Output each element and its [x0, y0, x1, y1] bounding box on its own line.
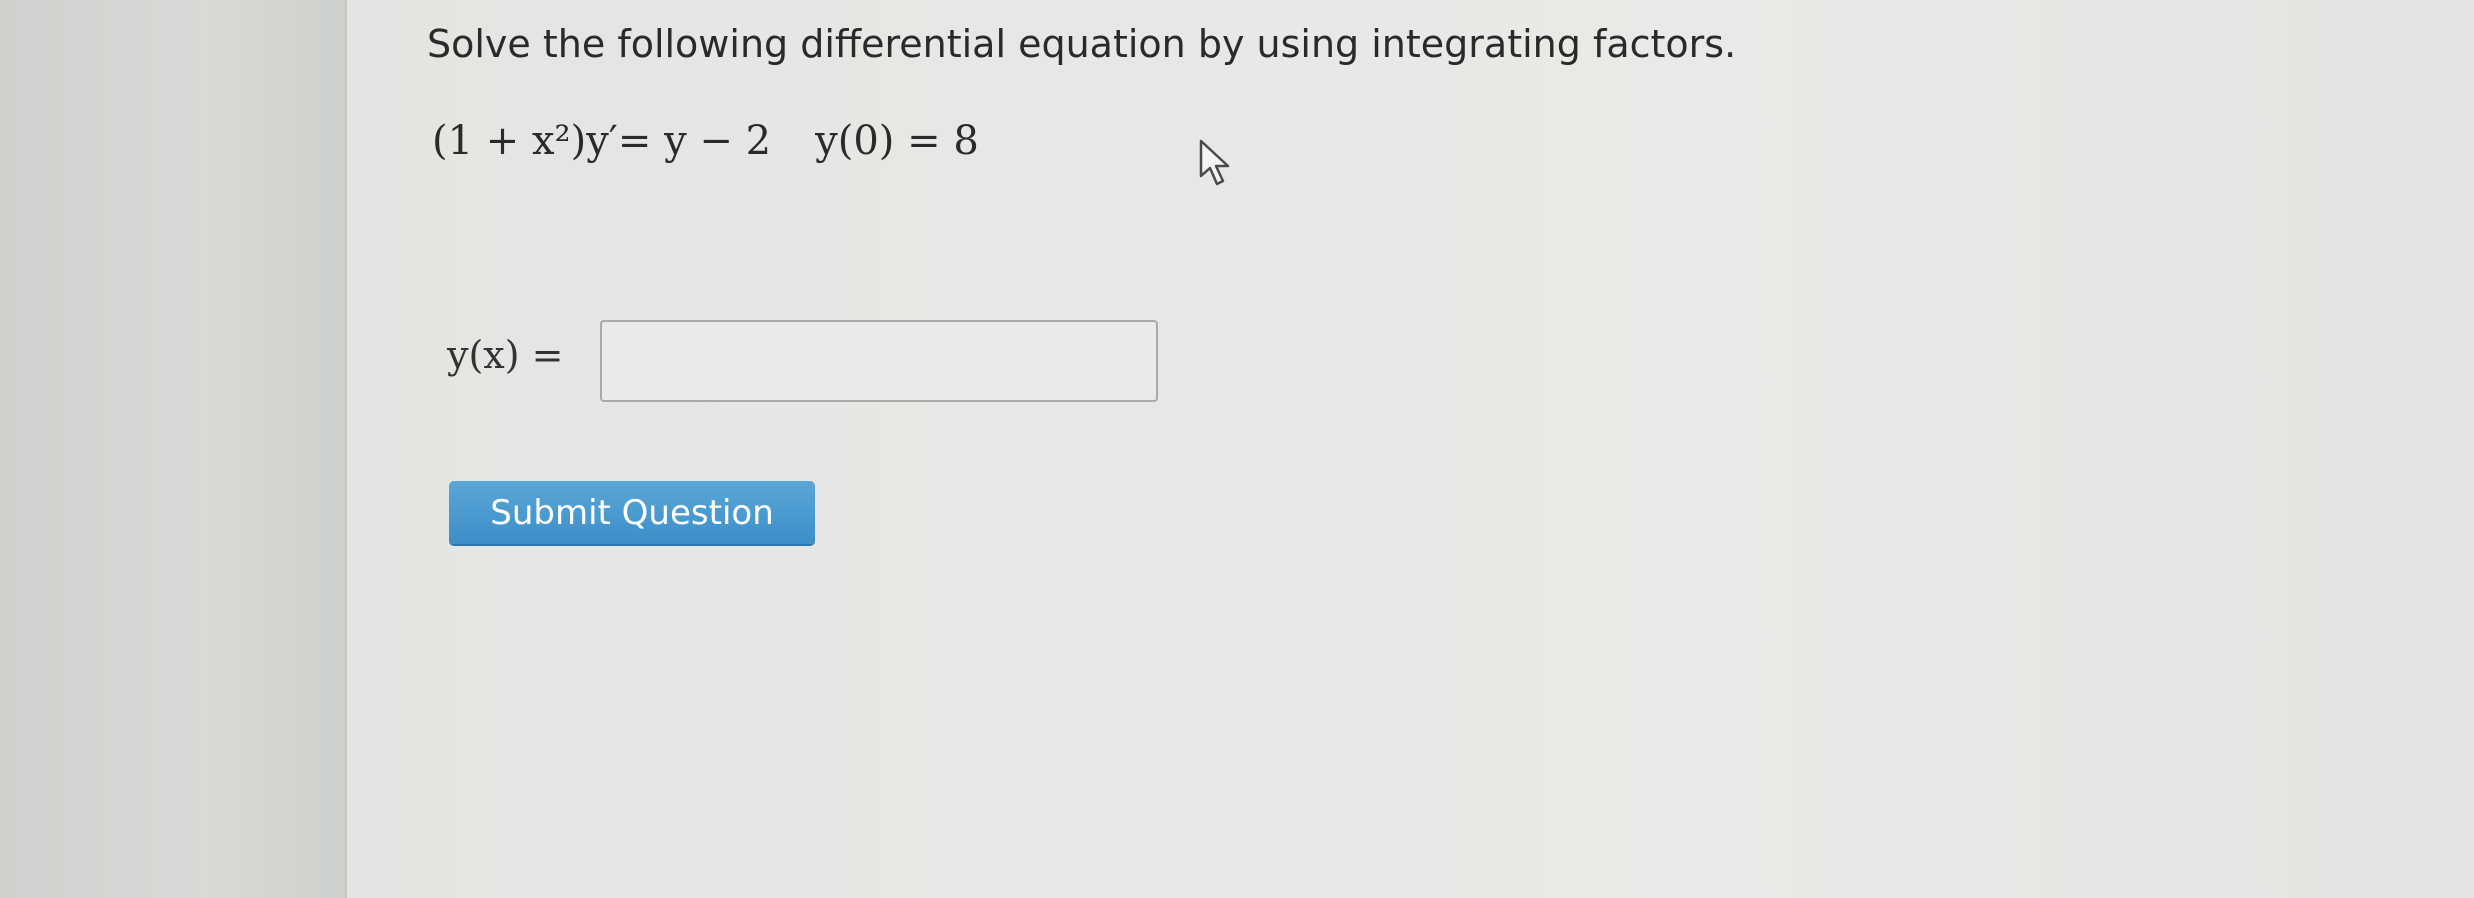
- question-prompt: Solve the following differential equatio…: [427, 22, 1737, 66]
- left-margin-panel: [0, 0, 347, 898]
- answer-input[interactable]: [600, 320, 1158, 402]
- mouse-pointer-icon: [1199, 139, 1230, 186]
- equation-expression: (1 + x²)y′= y − 2: [432, 118, 772, 164]
- initial-condition: y(0) = 8: [815, 118, 979, 164]
- submit-question-button[interactable]: Submit Question: [449, 481, 815, 544]
- differential-equation: (1 + x²)y′= y − 2 y(0) = 8: [432, 118, 979, 164]
- answer-label: y(x) =: [447, 333, 564, 377]
- question-content: Solve the following differential equatio…: [347, 0, 2474, 898]
